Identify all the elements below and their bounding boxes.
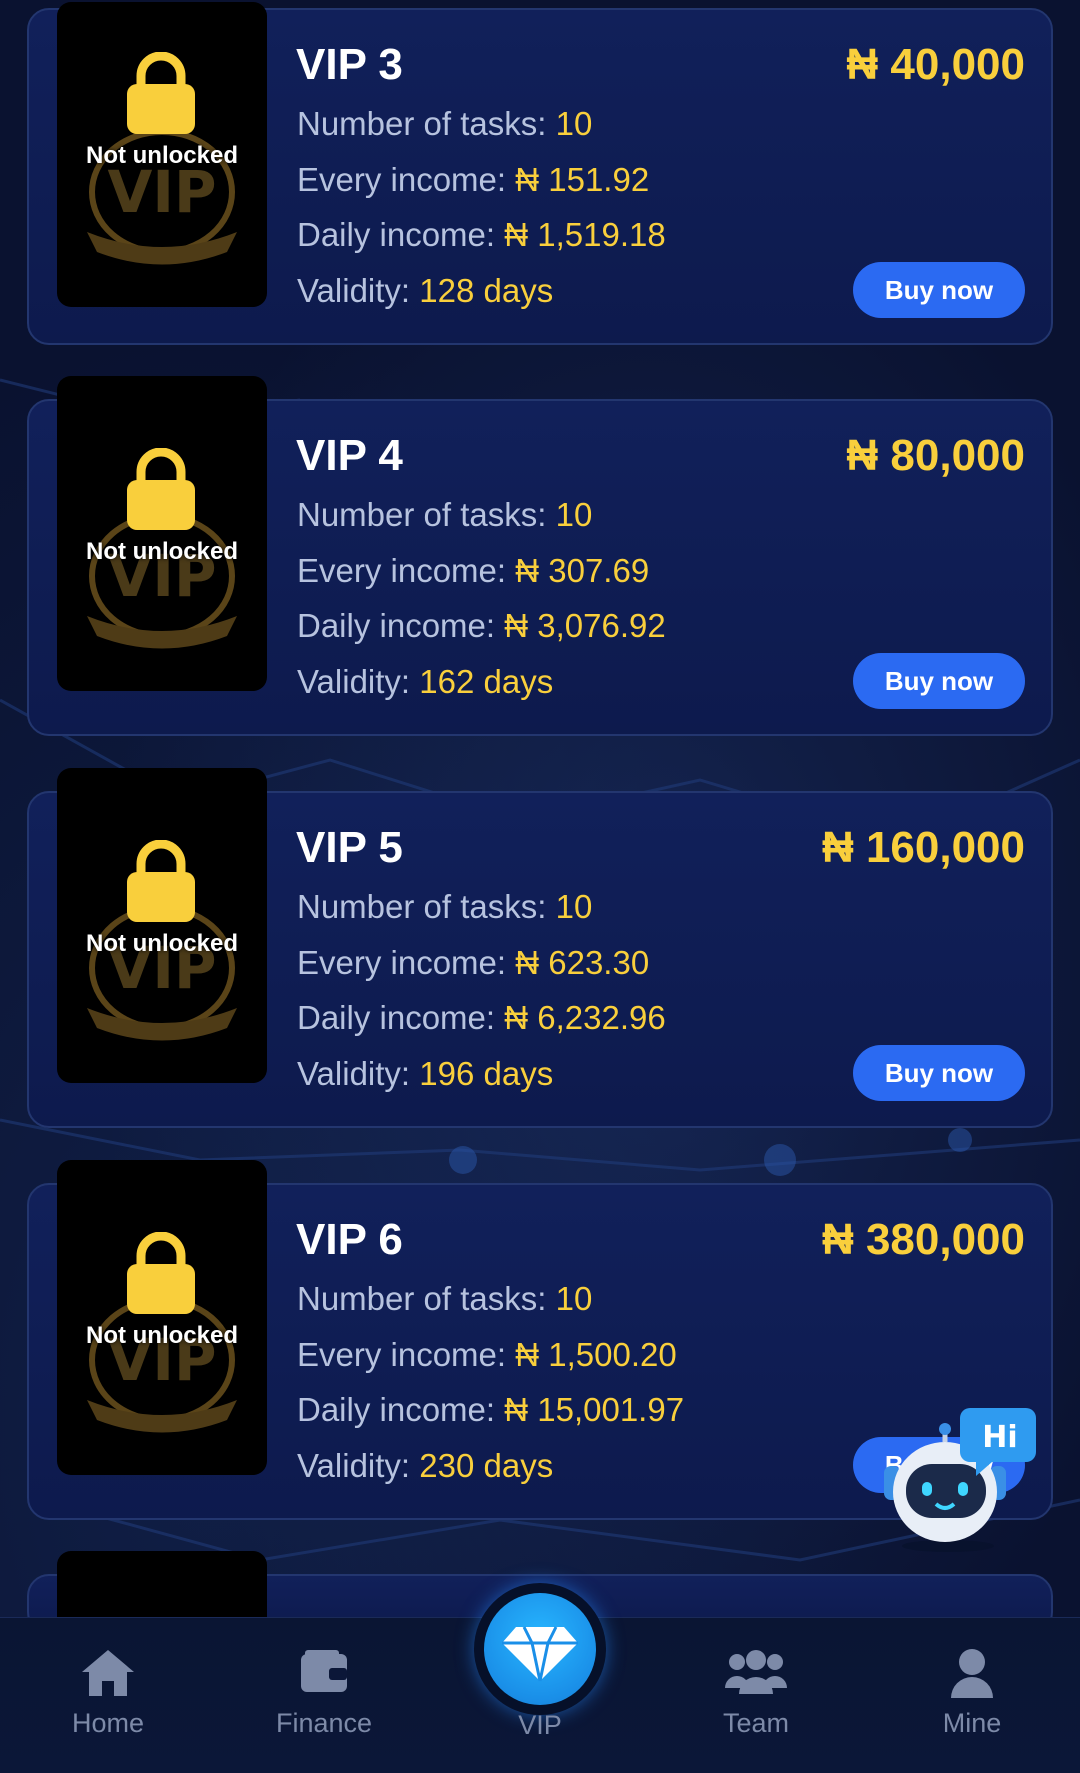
tasks-value: 10 — [555, 1280, 593, 1317]
plan-price: ₦ 80,000 — [846, 431, 1025, 480]
validity-value: 162 days — [419, 663, 554, 700]
validity-row: Validity: 196 days — [297, 1055, 554, 1092]
every-income-row: Every income: ₦ 1,500.20 — [297, 1336, 677, 1373]
diamond-icon — [502, 1626, 578, 1682]
vip-plan-card: VIP Not unlocked VIP 3 ₦ 40,000 Number o… — [27, 2, 1053, 345]
vip-plan-thumbnail: VIP Not unlocked — [57, 768, 267, 1083]
validity-row: Validity: 128 days — [297, 272, 554, 309]
vip-plan-thumbnail: VIP Not unlocked — [57, 376, 267, 691]
tab-vip-label: VIP — [518, 1710, 562, 1740]
validity-value: 128 days — [419, 272, 554, 309]
vip-plan-thumbnail: VIP Not unlocked — [57, 2, 267, 307]
wallet-icon — [301, 1650, 347, 1692]
assistant-robot-icon[interactable]: Hi — [878, 1404, 1038, 1554]
tasks-row: Number of tasks: 10 — [297, 1280, 593, 1317]
vip-plan-card: VIP Not unlocked VIP 5 ₦ 160,000 Number … — [27, 768, 1053, 1128]
not-unlocked-label: Not unlocked — [85, 538, 238, 565]
tab-vip-circle — [484, 1593, 596, 1705]
tab-home[interactable]: Home — [28, 1618, 188, 1773]
user-icon — [951, 1649, 993, 1698]
buy-now-button[interactable]: Buy now — [853, 262, 1025, 318]
daily-income-value: ₦ 15,001.97 — [504, 1391, 685, 1428]
every-income-value: ₦ 307.69 — [515, 552, 650, 589]
tab-vip[interactable] — [474, 1583, 606, 1715]
not-unlocked-label: Not unlocked — [85, 1322, 238, 1349]
tab-mine[interactable]: Mine — [892, 1618, 1052, 1773]
not-unlocked-label: Not unlocked — [85, 930, 238, 957]
home-icon — [82, 1650, 134, 1696]
lock-icon — [127, 1232, 195, 1314]
tasks-row: Number of tasks: 10 — [297, 105, 593, 142]
vip-plan-thumbnail: VIP Not unlocked — [57, 1160, 267, 1475]
every-income-value: ₦ 623.30 — [515, 944, 650, 981]
vip-plan-card: VIP Not unlocked VIP 4 ₦ 80,000 Number o… — [27, 376, 1053, 736]
plan-price: ₦ 380,000 — [821, 1215, 1025, 1264]
every-income-row: Every income: ₦ 307.69 — [297, 552, 650, 589]
vip-emblem-icon: VIP — [87, 905, 237, 1041]
daily-income-row: Daily income: ₦ 15,001.97 — [297, 1391, 685, 1428]
every-income-row: Every income: ₦ 151.92 — [297, 161, 650, 198]
validity-value: 230 days — [419, 1447, 554, 1484]
tab-team-label: Team — [722, 1708, 790, 1738]
vip-emblem-icon: VIP — [87, 513, 237, 649]
buy-now-button[interactable]: Buy now — [853, 1045, 1025, 1101]
daily-income-row: Daily income: ₦ 3,076.92 — [297, 607, 666, 644]
plan-price: ₦ 40,000 — [846, 40, 1025, 89]
validity-row: Validity: 230 days — [297, 1447, 554, 1484]
tasks-row: Number of tasks: 10 — [297, 496, 593, 533]
tab-team[interactable]: Team — [676, 1618, 836, 1773]
plan-title: VIP 5 — [296, 823, 403, 872]
tasks-value: 10 — [555, 496, 593, 533]
tab-home-label: Home — [71, 1708, 145, 1738]
tasks-value: 10 — [555, 888, 593, 925]
daily-income-value: ₦ 6,232.96 — [504, 999, 666, 1036]
lock-icon — [127, 52, 195, 134]
validity-value: 196 days — [419, 1055, 554, 1092]
plan-price: ₦ 160,000 — [821, 823, 1025, 872]
tab-finance-label: Finance — [275, 1708, 373, 1738]
every-income-row: Every income: ₦ 623.30 — [297, 944, 650, 981]
not-unlocked-label: Not unlocked — [85, 142, 238, 169]
tasks-row: Number of tasks: 10 — [297, 888, 593, 925]
tab-mine-label: Mine — [942, 1708, 1002, 1738]
plan-title: VIP 4 — [296, 431, 403, 480]
tab-finance[interactable]: Finance — [244, 1618, 404, 1773]
lock-icon — [127, 448, 195, 530]
buy-now-button[interactable]: Buy now — [853, 653, 1025, 709]
daily-income-value: ₦ 1,519.18 — [504, 216, 666, 253]
tasks-value: 10 — [555, 105, 593, 142]
vip-emblem-icon: VIP — [87, 1297, 237, 1433]
daily-income-row: Daily income: ₦ 1,519.18 — [297, 216, 666, 253]
lock-icon — [127, 840, 195, 922]
every-income-value: ₦ 151.92 — [515, 161, 650, 198]
team-icon — [725, 1650, 787, 1694]
daily-income-value: ₦ 3,076.92 — [504, 607, 666, 644]
plan-title: VIP 6 — [296, 1215, 403, 1264]
assistant-bubble-text: Hi — [982, 1420, 1017, 1455]
validity-row: Validity: 162 days — [297, 663, 554, 700]
daily-income-row: Daily income: ₦ 6,232.96 — [297, 999, 666, 1036]
every-income-value: ₦ 1,500.20 — [515, 1336, 677, 1373]
plan-title: VIP 3 — [296, 40, 403, 89]
